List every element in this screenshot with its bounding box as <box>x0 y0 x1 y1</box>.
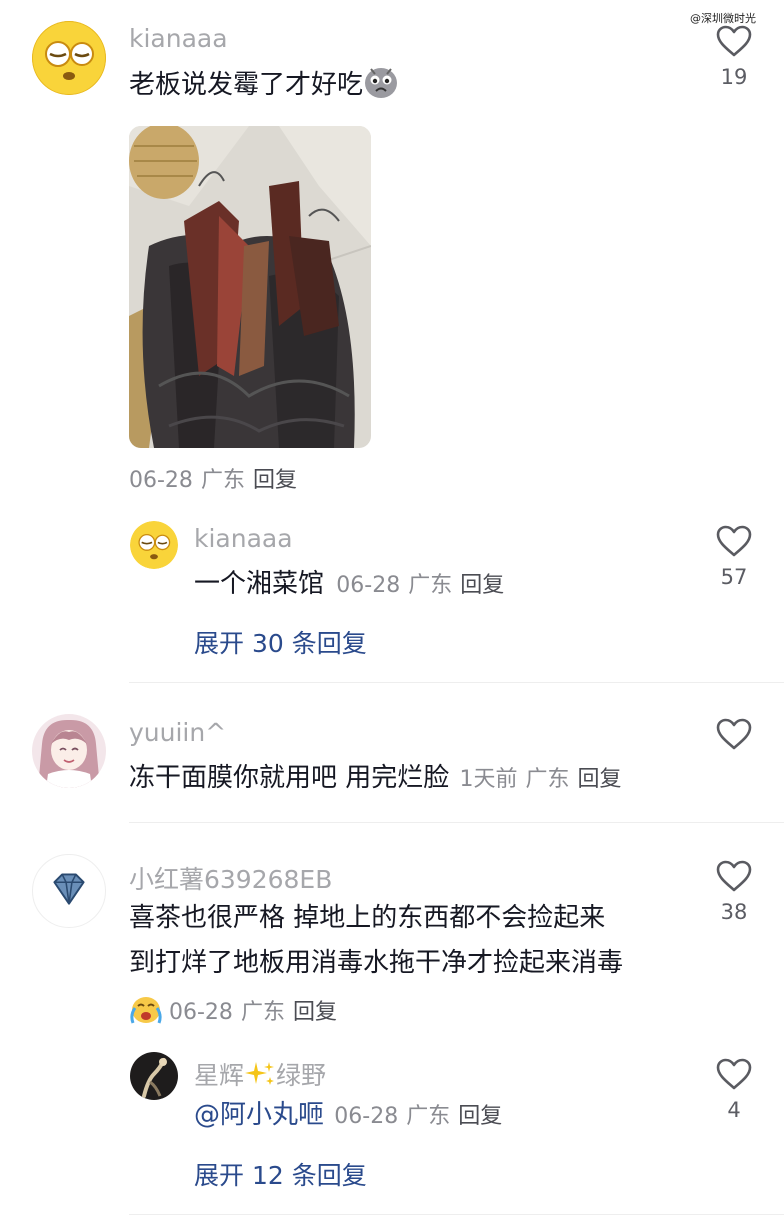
comment-text-line1: 喜茶也很严格 掉地上的东西都不会捡起来 <box>129 903 606 933</box>
avatar[interactable] <box>130 1052 178 1100</box>
reply-button[interactable]: 回复 <box>253 468 297 493</box>
sparkles-icon <box>245 1062 275 1085</box>
avatar[interactable] <box>32 854 106 928</box>
divider <box>129 1214 784 1215</box>
like-button[interactable]: 57 <box>709 525 759 589</box>
crying-face-emoji-icon <box>365 68 398 98</box>
like-count: 38 <box>720 900 748 924</box>
like-button[interactable]: 4 <box>709 1058 759 1122</box>
reply-date: 06-28 <box>334 1104 399 1129</box>
comment-date: 06-28 <box>129 468 193 493</box>
reply-date: 06-28 <box>336 573 401 598</box>
anime-girl-avatar-icon <box>32 714 106 788</box>
reply-location: 广东 <box>408 573 453 598</box>
username[interactable]: kianaaa <box>129 24 228 53</box>
like-count: 19 <box>720 65 748 89</box>
username[interactable]: 小红薯639268EB <box>129 860 332 896</box>
diamond-icon <box>53 873 85 905</box>
comment-location: 广东 <box>525 767 570 792</box>
divider <box>129 682 784 683</box>
reply-button[interactable]: 回复 <box>578 767 622 792</box>
divider <box>129 822 784 823</box>
dizzy-face-emoji-icon <box>130 521 178 569</box>
like-count: 57 <box>720 565 748 589</box>
reply-username[interactable]: 星辉 绿野 <box>194 1056 326 1092</box>
reply-username[interactable]: kianaaa <box>194 524 293 553</box>
comment-date: 06-28 <box>169 1000 233 1025</box>
comment-date: 1天前 <box>459 767 518 792</box>
like-button[interactable] <box>709 718 759 750</box>
dark-photo-avatar-icon <box>130 1052 178 1100</box>
like-button[interactable]: 38 <box>709 860 759 924</box>
reply-text: @阿小丸咂 06-28 广东 回复 <box>194 1097 510 1135</box>
comment-text-line2: 到打烊了地板用消毒水拖干净才捡起来消毒 <box>129 948 624 978</box>
cured-meat-in-black-bag-photo <box>129 126 371 448</box>
comment-meta: 06-28 广东 回复 <box>129 462 305 494</box>
comment-location: 广东 <box>240 1000 285 1025</box>
comment-meta: 06-28 广东 回复 <box>129 994 345 1026</box>
reply-button[interactable]: 回复 <box>458 1104 502 1129</box>
heart-icon <box>716 525 752 557</box>
like-button[interactable]: 19 <box>709 25 759 89</box>
comment-location: 广东 <box>200 468 245 493</box>
expand-replies-button[interactable]: 展开 12 条回复 <box>194 1156 367 1192</box>
heart-icon <box>716 1058 752 1090</box>
expand-replies-button[interactable]: 展开 30 条回复 <box>194 624 367 660</box>
loudly-crying-emoji-icon <box>130 997 162 1024</box>
heart-icon <box>716 860 752 892</box>
like-count: 4 <box>727 1098 741 1122</box>
watermark: @深圳微时光 <box>690 12 756 25</box>
reply-button[interactable]: 回复 <box>293 1000 337 1025</box>
avatar[interactable] <box>32 21 106 95</box>
comment-image[interactable] <box>129 126 371 448</box>
avatar[interactable] <box>32 714 106 788</box>
heart-icon <box>716 718 752 750</box>
reply-text: 一个湘菜馆 06-28 广东 回复 <box>194 569 505 599</box>
username[interactable]: yuuiin^ <box>129 718 226 747</box>
reply-button[interactable]: 回复 <box>460 573 504 598</box>
reply-location: 广东 <box>406 1104 451 1129</box>
dizzy-face-emoji-icon <box>32 21 106 95</box>
heart-icon <box>716 25 752 57</box>
comment-text: 老板说发霉了才好吃 <box>129 65 399 103</box>
avatar[interactable] <box>130 521 178 569</box>
mention-link[interactable]: @阿小丸咂 <box>194 1100 324 1130</box>
comment-text: 冻干面膜你就用吧 用完烂脸 1天前 广东 回复 <box>129 763 622 793</box>
